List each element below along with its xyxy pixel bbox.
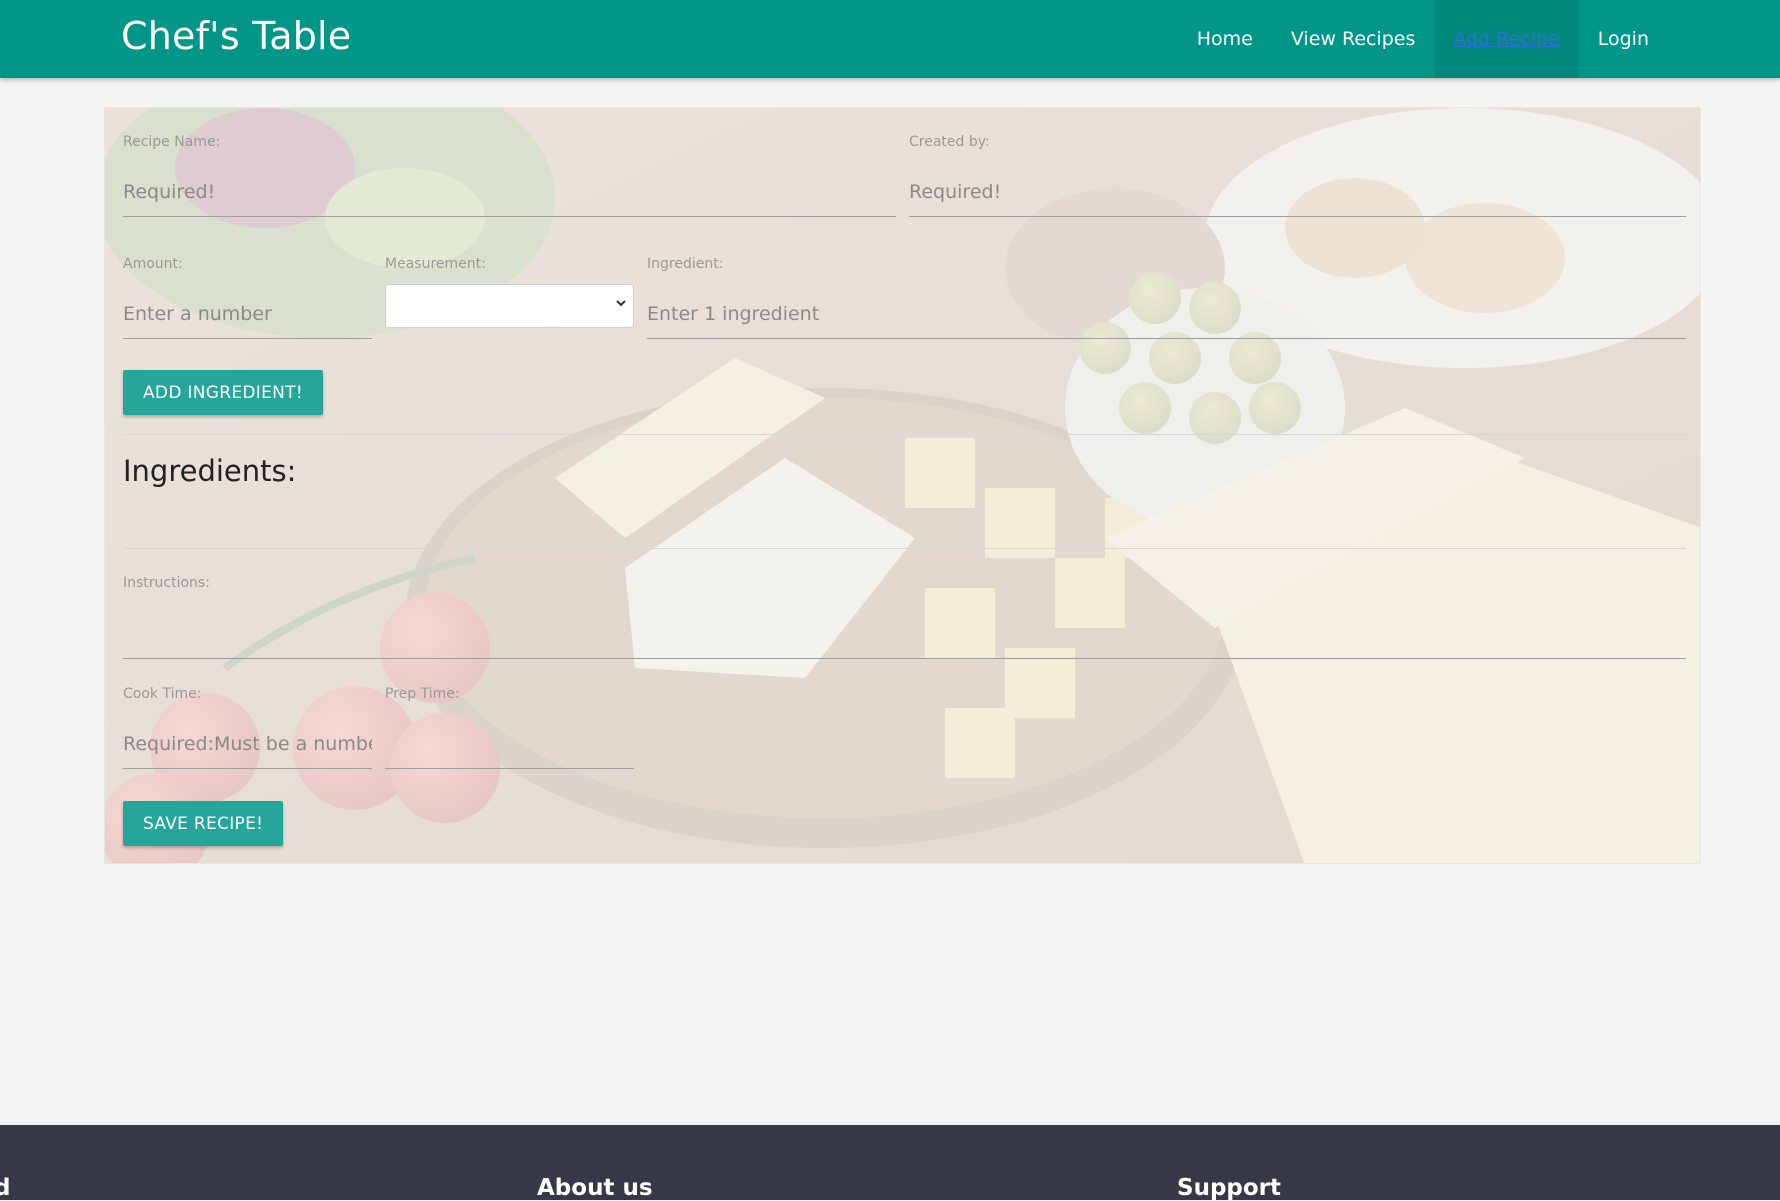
footer-support-heading: Support <box>1177 1175 1282 1201</box>
ingredient-label: Ingredient: <box>647 256 724 272</box>
ingredients-list-divider <box>123 548 1686 549</box>
divider <box>123 434 1686 435</box>
nav-login[interactable]: Login <box>1579 0 1668 78</box>
created-by-input[interactable] <box>909 167 1686 217</box>
ingredients-heading: Ingredients: <box>123 454 297 488</box>
nav-add-recipe[interactable]: Add Recipe <box>1434 0 1579 78</box>
footer-about-heading: About us <box>537 1175 653 1201</box>
brand-logo[interactable]: Chef's Table <box>121 14 351 58</box>
created-by-label: Created by: <box>909 134 990 150</box>
cook-time-label: Cook Time: <box>123 686 202 702</box>
measurement-label: Measurement: <box>385 256 486 272</box>
prep-time-label: Prep Time: <box>385 686 460 702</box>
footer-column-1-heading: d <box>0 1175 11 1201</box>
amount-label: Amount: <box>123 256 183 272</box>
instructions-label: Instructions: <box>123 575 210 591</box>
prep-time-input[interactable] <box>385 719 634 769</box>
recipe-form-card: Recipe Name: Created by: Amount: Measure… <box>104 107 1701 864</box>
ingredient-input[interactable] <box>647 289 1686 339</box>
cook-time-input[interactable] <box>123 719 372 769</box>
recipe-name-label: Recipe Name: <box>123 134 221 150</box>
recipe-name-input[interactable] <box>123 167 896 217</box>
instructions-input[interactable] <box>123 609 1686 659</box>
chevron-down-icon <box>615 297 627 313</box>
measurement-select[interactable] <box>385 284 634 328</box>
save-recipe-button[interactable]: SAVE RECIPE! <box>123 801 284 846</box>
footer: d About us Support <box>0 1125 1780 1201</box>
top-navbar: Chef's Table Home View Recipes Add Recip… <box>0 0 1780 78</box>
add-ingredient-button[interactable]: ADD INGREDIENT! <box>123 370 323 415</box>
recipe-form: Recipe Name: Created by: Amount: Measure… <box>105 108 1700 863</box>
nav-view-recipes[interactable]: View Recipes <box>1272 0 1435 78</box>
nav-links: Home View Recipes Add Recipe Login <box>1178 0 1668 78</box>
nav-home[interactable]: Home <box>1178 0 1272 78</box>
amount-input[interactable] <box>123 289 372 339</box>
